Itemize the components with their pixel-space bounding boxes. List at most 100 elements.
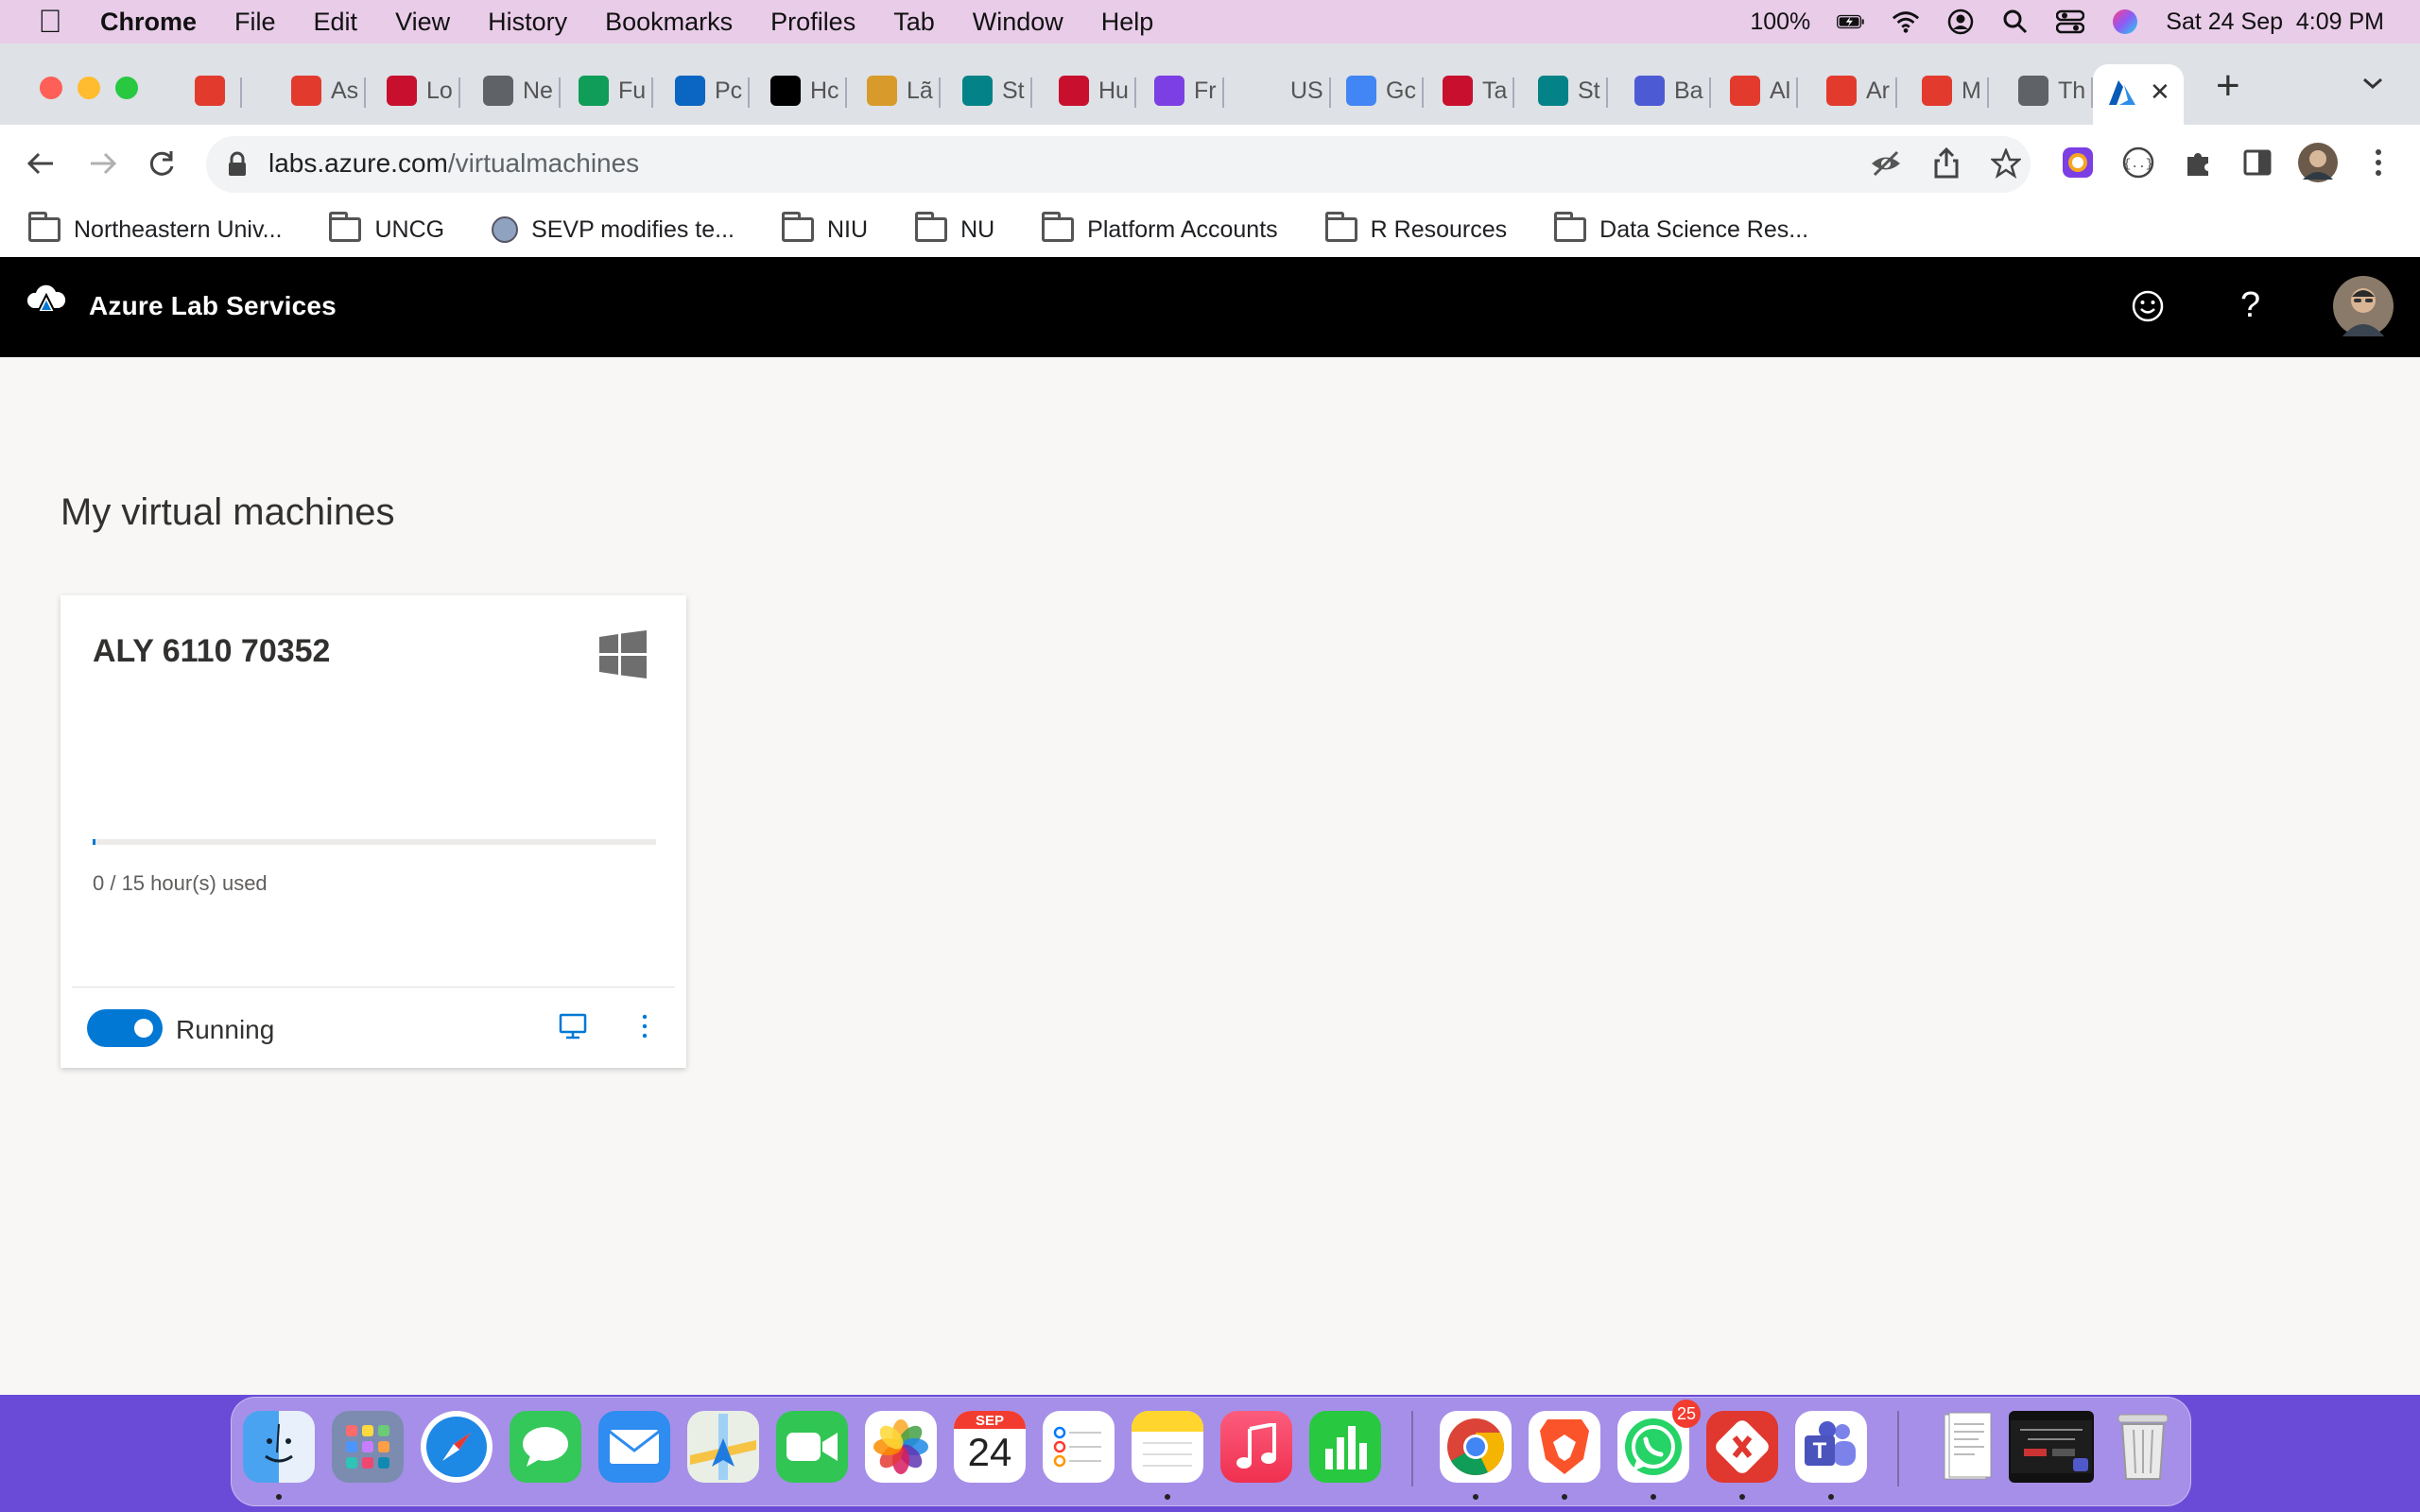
- extension-code-icon[interactable]: {..}: [2121, 146, 2155, 184]
- window-close-button[interactable]: [40, 77, 62, 99]
- bookmark-item-4[interactable]: NU: [915, 212, 994, 244]
- bookmark-item-1[interactable]: UNCG: [329, 212, 444, 244]
- numbers-icon[interactable]: [1309, 1411, 1381, 1483]
- bookmark-item-7[interactable]: Data Science Res...: [1554, 212, 1809, 244]
- apple-menu-icon[interactable]: : [34, 3, 66, 41]
- browser-window: As Lo Ne Fu Pc Hc Lã St Hu Fr US Gc Ta St Ba Al Ar M Th ✕ …: [0, 43, 2420, 1395]
- tab-2[interactable]: Lo: [387, 62, 460, 119]
- notes-icon[interactable]: [1132, 1411, 1203, 1483]
- tab-7[interactable]: Lã: [867, 62, 941, 119]
- bookmark-item-6[interactable]: R Resources: [1324, 212, 1507, 244]
- teams-icon[interactable]: T: [1795, 1411, 1867, 1483]
- tracking-eye-off-icon[interactable]: [1870, 149, 1902, 182]
- menu-view[interactable]: View: [395, 8, 450, 37]
- tab-close-icon[interactable]: ✕: [2150, 77, 2170, 107]
- menu-profiles[interactable]: Profiles: [770, 8, 856, 37]
- menu-window[interactable]: Window: [973, 8, 1063, 37]
- app-title[interactable]: Azure Lab Services: [89, 291, 337, 321]
- mail-icon[interactable]: [598, 1411, 670, 1483]
- battery-icon[interactable]: [1837, 8, 1865, 36]
- tab-0[interactable]: [195, 62, 242, 119]
- brave-icon[interactable]: [1529, 1411, 1600, 1483]
- window-minimize-button[interactable]: [78, 77, 100, 99]
- tab-16[interactable]: Al: [1730, 62, 1799, 119]
- tab-18[interactable]: M: [1922, 62, 1989, 119]
- bookmark-item-2[interactable]: SEVP modifies te...: [492, 216, 735, 244]
- calendar-icon[interactable]: SEP 24: [954, 1411, 1026, 1483]
- bookmark-item-5[interactable]: Platform Accounts: [1042, 212, 1278, 244]
- feedback-smiley-icon[interactable]: [2131, 289, 2165, 328]
- tab-label: Th: [2058, 77, 2086, 104]
- siri-icon[interactable]: [2111, 8, 2139, 36]
- menu-history[interactable]: History: [488, 8, 567, 37]
- tab-4[interactable]: Fu: [579, 62, 654, 119]
- vm-power-toggle[interactable]: [87, 1009, 163, 1047]
- reminders-icon[interactable]: [1043, 1411, 1115, 1483]
- menu-file[interactable]: File: [234, 8, 276, 37]
- bookmark-item-3[interactable]: NIU: [782, 212, 868, 244]
- music-icon[interactable]: [1220, 1411, 1292, 1483]
- tab-label: Fu: [618, 77, 647, 104]
- tab-active-azure[interactable]: ✕: [2093, 64, 2184, 125]
- lock-icon[interactable]: [227, 151, 248, 182]
- tab-13[interactable]: Ta: [1443, 62, 1515, 119]
- more-options-icon[interactable]: [639, 1013, 650, 1044]
- wifi-icon[interactable]: [1892, 8, 1920, 36]
- whatsapp-icon[interactable]: 25: [1617, 1400, 1701, 1483]
- back-arrow-icon[interactable]: [25, 147, 57, 184]
- document-stack-icon[interactable]: [1931, 1411, 2003, 1483]
- new-tab-button[interactable]: +: [2216, 62, 2240, 110]
- tab-10[interactable]: Fr: [1154, 62, 1224, 119]
- finder-icon[interactable]: [243, 1411, 315, 1483]
- window-zoom-button[interactable]: [115, 77, 138, 99]
- chrome-menu-icon[interactable]: [2371, 147, 2386, 182]
- chrome-dock-icon[interactable]: [1440, 1411, 1512, 1483]
- control-center-icon[interactable]: [2056, 8, 2085, 36]
- menubar-datetime[interactable]: Sat 24 Sep 4:09 PM: [2166, 9, 2384, 36]
- tab-9[interactable]: Hu: [1059, 62, 1136, 119]
- safari-icon[interactable]: [421, 1411, 493, 1483]
- launchpad-icon[interactable]: [332, 1411, 404, 1483]
- messages-icon[interactable]: [510, 1411, 581, 1483]
- tab-1[interactable]: As: [291, 62, 367, 119]
- menu-edit[interactable]: Edit: [314, 8, 358, 37]
- tab-8[interactable]: St: [962, 62, 1032, 119]
- tab-6[interactable]: Hc: [770, 62, 847, 119]
- tab-12[interactable]: Gc: [1346, 62, 1424, 119]
- bookmark-item-0[interactable]: Northeastern Univ...: [28, 212, 282, 244]
- side-panel-icon[interactable]: [2242, 147, 2273, 182]
- user-account-icon[interactable]: [1946, 8, 1975, 36]
- bookmark-label: Data Science Res...: [1599, 215, 1809, 243]
- extensions-puzzle-icon[interactable]: [2182, 146, 2216, 184]
- remote-desktop-icon[interactable]: [1706, 1411, 1778, 1483]
- menu-tab[interactable]: Tab: [893, 8, 935, 37]
- profile-avatar-icon[interactable]: [2297, 142, 2339, 188]
- connect-monitor-icon[interactable]: [558, 1011, 588, 1046]
- tab-19[interactable]: Th: [2018, 62, 2094, 119]
- photos-icon[interactable]: [865, 1411, 937, 1483]
- menu-bookmarks[interactable]: Bookmarks: [605, 8, 733, 37]
- tab-search-chevron-icon[interactable]: [2361, 76, 2384, 95]
- user-avatar[interactable]: [2333, 276, 2394, 341]
- tab-11[interactable]: US: [1251, 62, 1331, 119]
- share-icon[interactable]: [1932, 146, 1961, 184]
- tab-5[interactable]: Pc: [675, 62, 751, 119]
- window-thumbnail-icon[interactable]: [2009, 1411, 2094, 1483]
- address-bar[interactable]: labs.azure.com/virtualmachines: [206, 136, 2031, 193]
- tab-3[interactable]: Ne: [483, 62, 561, 119]
- tab-17[interactable]: Ar: [1826, 62, 1897, 119]
- whatsapp-badge: 25: [1672, 1400, 1701, 1428]
- spotlight-search-icon[interactable]: [2001, 8, 2030, 36]
- menu-help[interactable]: Help: [1101, 8, 1154, 37]
- facetime-icon[interactable]: [776, 1411, 848, 1483]
- bookmark-star-icon[interactable]: [1989, 146, 2023, 183]
- trash-icon[interactable]: [2107, 1411, 2179, 1483]
- menu-app-name[interactable]: Chrome: [100, 8, 197, 37]
- reload-icon[interactable]: [146, 147, 178, 184]
- help-question-icon[interactable]: ?: [2240, 285, 2260, 326]
- tab-14[interactable]: St: [1538, 62, 1608, 119]
- extension-colorful-icon[interactable]: [2061, 146, 2095, 184]
- forward-arrow-icon[interactable]: [87, 147, 119, 184]
- tab-15[interactable]: Ba: [1634, 62, 1711, 119]
- maps-icon[interactable]: [687, 1411, 759, 1483]
